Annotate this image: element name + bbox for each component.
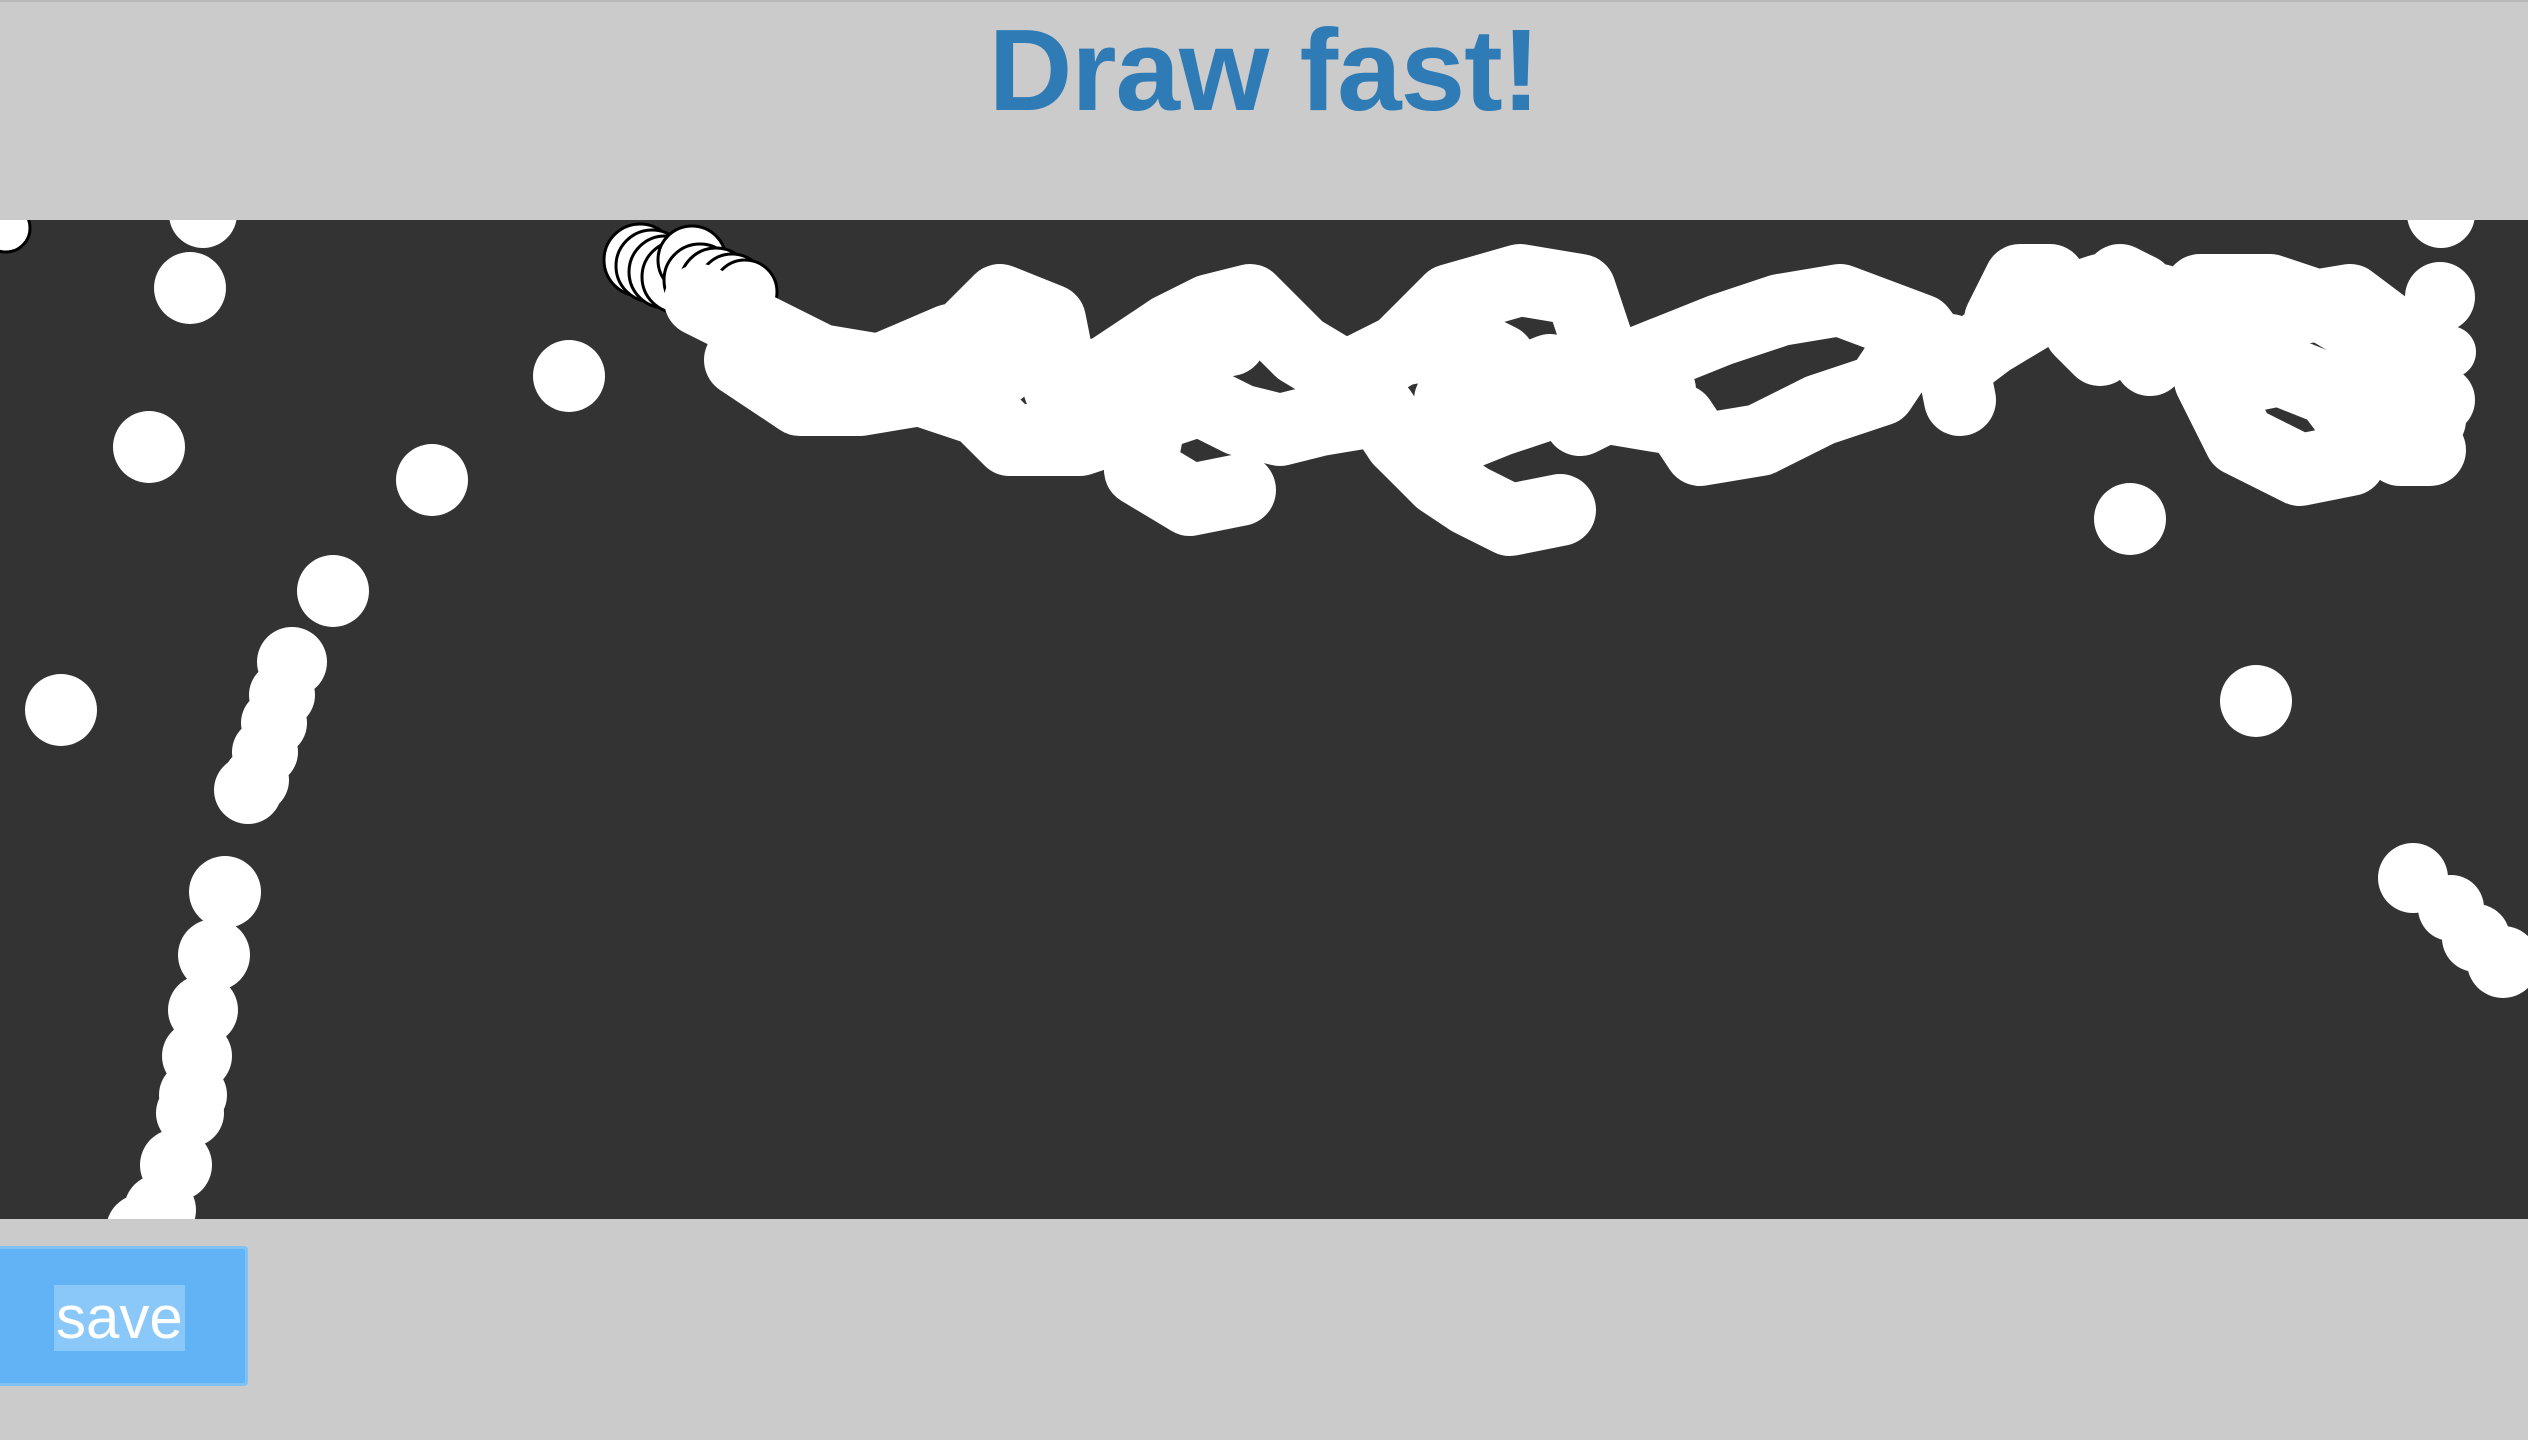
page-title: Draw fast! bbox=[988, 5, 1541, 135]
save-button-label: save bbox=[54, 1284, 185, 1351]
drawing-surface[interactable] bbox=[0, 220, 2528, 1219]
drawing-canvas[interactable] bbox=[0, 220, 2528, 1219]
save-button[interactable]: save bbox=[0, 1246, 248, 1386]
header-bar: Draw fast! bbox=[0, 0, 2528, 220]
footer-bar bbox=[0, 1219, 2528, 1440]
